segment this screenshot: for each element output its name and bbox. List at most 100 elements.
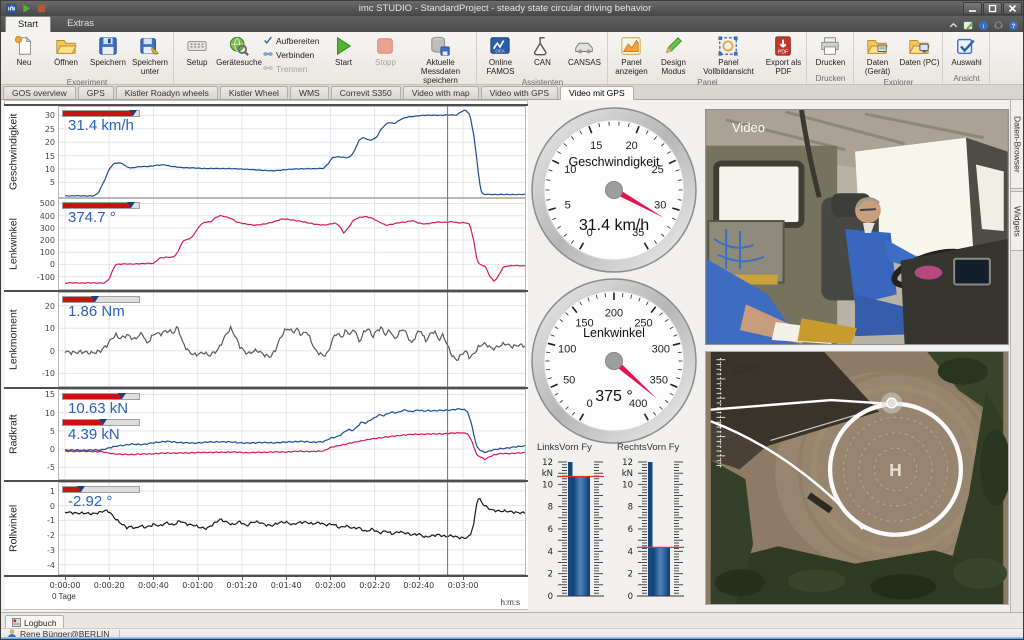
helipad-mark: H <box>889 460 902 480</box>
ribbon-stack: Aufbereiten Verbinden Trennen <box>260 33 322 77</box>
svg-text:0: 0 <box>548 592 553 602</box>
ribbon-button-drucken[interactable]: Drucken <box>809 33 851 69</box>
ribbon-button-öffnen[interactable]: Öffnen <box>45 33 87 69</box>
minimize-button[interactable] <box>963 2 982 15</box>
ribbon: NeuÖffnenSpeichernSpeichern unterExperim… <box>1 32 1024 85</box>
svg-text:8: 8 <box>548 503 553 513</box>
panel-icon <box>620 34 642 58</box>
panel-tab-video-mit-gps[interactable]: Video mit GPS <box>560 86 634 100</box>
ribbon-button-setup[interactable]: Setup <box>176 33 218 69</box>
ribbon-tab-start[interactable]: Start <box>5 16 51 32</box>
ribbon-button-daten-gerät-[interactable]: Daten (Gerät) <box>856 33 898 78</box>
svg-text:12: 12 <box>622 458 633 468</box>
panel-tab-correvit-s350[interactable]: Correvit S350 <box>331 86 401 99</box>
ribbon-button-neu[interactable]: Neu <box>3 33 45 69</box>
y-tick-label: -10 <box>24 369 55 378</box>
ribbon-button-auswahl[interactable]: Auswahl <box>945 33 987 69</box>
chart-plot-area[interactable] <box>58 292 526 392</box>
chart-plot-area[interactable] <box>58 482 526 580</box>
stop-small[interactable] <box>35 3 47 14</box>
x-tick-label: 0:00:00 <box>43 581 87 590</box>
svg-text:Geschwindigkeit: Geschwindigkeit <box>568 155 660 169</box>
ribbon-button-gerätesuche[interactable]: Gerätesuche <box>218 33 260 69</box>
ribbon-button-cansas[interactable]: CANSAS <box>563 33 605 69</box>
ribbon-button-online-famos[interactable]: OFAOnline FAMOS <box>479 33 521 78</box>
ribbon-button-daten-pc-[interactable]: Daten (PC) <box>898 33 940 69</box>
svg-text:PDF: PDF <box>778 49 788 55</box>
ribbon-button-panel-anzeigen[interactable]: Panel anzeigen <box>610 33 652 78</box>
video-panel: Video <box>705 109 1009 345</box>
play-icon <box>332 34 354 58</box>
y-tick-label: 10 <box>24 165 55 174</box>
video-panel-label: Video <box>732 120 765 135</box>
panel-tab-kistler-roadyn-wheels[interactable]: Kistler Roadyn wheels <box>116 86 218 99</box>
panel-tab-video-with-map[interactable]: Video with map <box>403 86 479 99</box>
bar-meter-rechtsvorn-fy: 024681012kN <box>617 454 697 606</box>
value-slider[interactable] <box>62 419 140 426</box>
y-tick-label: 25 <box>24 125 55 134</box>
side-tab-daten-browser[interactable]: Daten-Browser <box>1011 99 1024 189</box>
chart-plot-area[interactable] <box>58 198 526 295</box>
play-small[interactable] <box>20 3 32 14</box>
value-readout: -2.92 ° <box>68 493 112 510</box>
x-tick-label: 0:02:20 <box>353 581 397 590</box>
panel-tab-bar: GOS overviewGPSKistler Roadyn wheelsKist… <box>1 85 1024 100</box>
panel-tab-gos-overview[interactable]: GOS overview <box>3 86 76 99</box>
logbuch-tab[interactable]: Logbuch <box>5 615 64 629</box>
imc-logo[interactable] <box>5 3 17 14</box>
close-button[interactable] <box>1003 2 1022 15</box>
ribbon-button-can[interactable]: CAN <box>521 33 563 69</box>
ribbon-button-panel-vollbildansicht[interactable]: Panel Vollbildansicht <box>694 33 762 78</box>
ribbon-tab-extras[interactable]: Extras <box>55 16 106 32</box>
value-slider[interactable] <box>62 110 140 117</box>
panel-tab-gps[interactable]: GPS <box>78 86 114 99</box>
panel-tab-kistler-wheel[interactable]: Kistler Wheel <box>220 86 288 99</box>
side-tab-strip: Daten-Browser Widgets <box>1010 99 1024 612</box>
y-tick-label: 5 <box>24 178 55 187</box>
value-readout: 1.86 Nm <box>68 303 125 320</box>
x-tick-label: 0:02:00 <box>308 581 352 590</box>
ribbon-button-start[interactable]: Start <box>322 33 364 69</box>
ribbon-button-speichern-unter[interactable]: Speichern unter <box>129 33 171 78</box>
value-slider[interactable] <box>62 393 140 400</box>
maximize-button[interactable] <box>983 2 1002 15</box>
svg-text:31.4 km/h: 31.4 km/h <box>579 217 649 234</box>
svg-text:200: 200 <box>605 308 623 320</box>
y-tick-label: -100 <box>24 273 55 282</box>
chart-axis-label: Rollwinkel <box>5 482 22 575</box>
y-tick-label: 10 <box>24 324 55 333</box>
ribbon-button-aktuelle-messdaten-speichern[interactable]: Aktuelle Messdaten speichern <box>406 33 474 87</box>
check-small-icon <box>263 35 273 47</box>
value-slider[interactable] <box>62 296 140 303</box>
chart-axis-label: Lenkwinkel <box>5 198 22 290</box>
ribbon-button-trennen[interactable]: Trennen <box>263 63 319 75</box>
value-slider[interactable] <box>62 202 140 209</box>
svg-text:8: 8 <box>628 503 633 513</box>
ribbon-group-ansicht: AuswahlAnsicht <box>943 32 990 84</box>
svg-text:kN: kN <box>622 469 633 479</box>
svg-text:6: 6 <box>628 525 633 535</box>
x-tick-label: 0:01:00 <box>176 581 220 590</box>
svg-text:30: 30 <box>654 199 666 211</box>
x-tick-label: 0:02:40 <box>397 581 441 590</box>
ribbon-button-design-modus[interactable]: Design Modus <box>652 33 694 78</box>
connect-icon <box>263 49 273 61</box>
new-doc-icon <box>13 34 35 58</box>
svg-text:50: 50 <box>563 375 575 387</box>
ribbon-button-speichern[interactable]: Speichern <box>87 33 129 69</box>
ribbon-button-aufbereiten[interactable]: Aufbereiten <box>263 35 319 47</box>
value-readout: 31.4 km/h <box>68 117 134 134</box>
panel-tab-video-with-gps[interactable]: Video with GPS <box>481 86 558 99</box>
value-slider[interactable] <box>62 486 140 493</box>
panel-tab-wms[interactable]: WMS <box>290 86 329 99</box>
ribbon-button-verbinden[interactable]: Verbinden <box>263 49 319 61</box>
y-tick-label: -5 <box>24 463 55 472</box>
ribbon-button-export-als-pdf[interactable]: PDFExport als PDF <box>762 33 804 78</box>
ribbon-button-stopp[interactable]: Stopp <box>364 33 406 69</box>
value-readout: 10.63 kN <box>68 400 128 417</box>
side-tab-widgets[interactable]: Widgets <box>1011 191 1024 251</box>
pencil-icon <box>662 34 684 58</box>
svg-text:12: 12 <box>542 458 553 468</box>
y-tick-label: 100 <box>24 248 55 257</box>
chart-plot-area[interactable] <box>58 389 526 485</box>
